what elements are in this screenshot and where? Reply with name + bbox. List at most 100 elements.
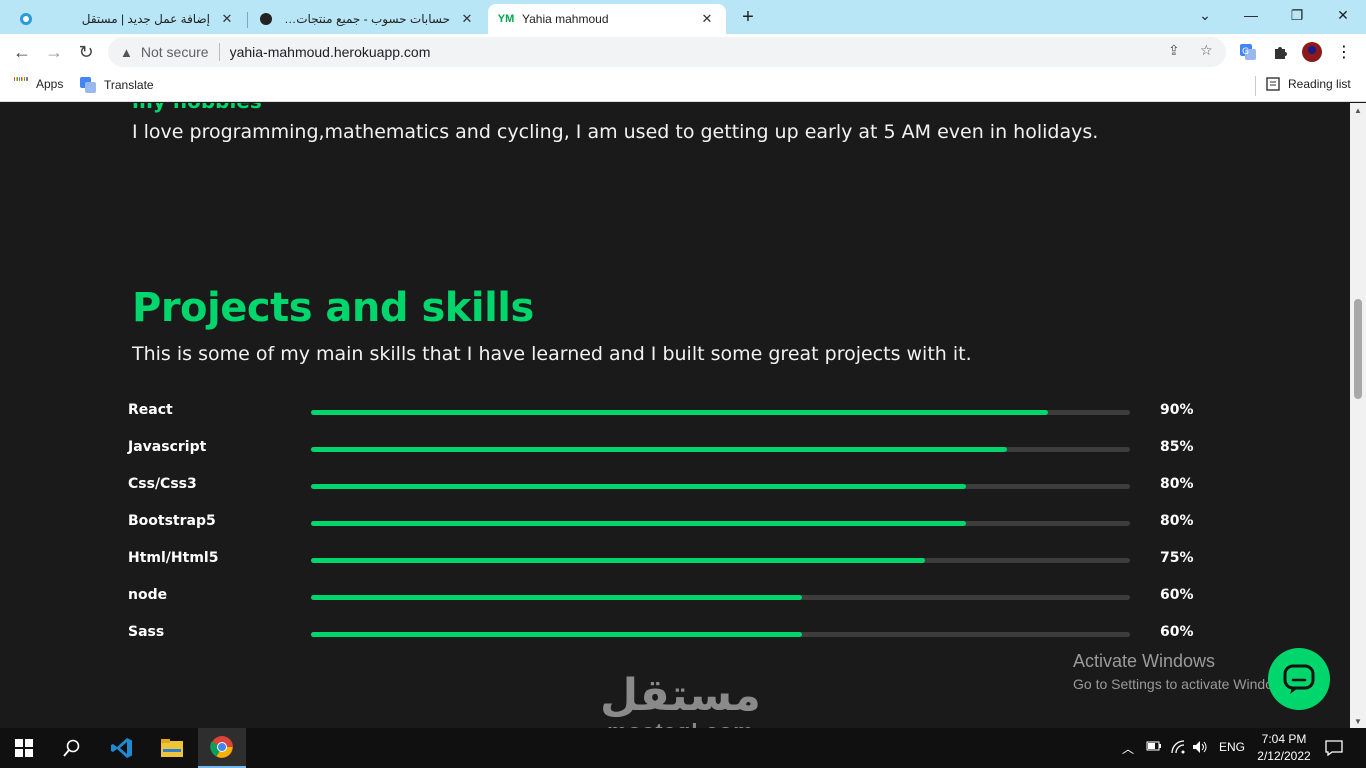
skill-name: Sass	[128, 624, 165, 640]
projects-subtitle: This is some of my main skills that I ha…	[132, 343, 972, 365]
url-text[interactable]: yahia-mahmoud.herokuapp.com	[230, 44, 431, 60]
activate-windows-notice: Activate Windows Go to Settings to activ…	[1073, 651, 1294, 692]
share-icon[interactable]: ⇪	[1168, 42, 1180, 59]
browser-toolbar: ← → ↻ ▲ Not secure yahia-mahmoud.herokua…	[0, 34, 1366, 70]
scroll-up-icon[interactable]: ▲	[1350, 103, 1366, 117]
skill-row: node 60%	[128, 587, 1208, 609]
tray-chevron-icon[interactable]: ︿	[1122, 740, 1134, 757]
chrome-icon	[210, 736, 233, 758]
watermark-arabic: مستقل	[600, 671, 761, 720]
mostaql-icon	[18, 11, 34, 27]
bookmark-apps[interactable]: Apps	[14, 77, 63, 91]
skill-percent: 90%	[1160, 402, 1194, 418]
profile-avatar[interactable]	[1300, 40, 1324, 64]
tab-search-icon[interactable]: ⌄	[1182, 0, 1228, 30]
restore-button[interactable]: ❐	[1274, 0, 1320, 30]
apps-grid-icon	[14, 77, 29, 91]
warning-icon[interactable]: ▲	[120, 45, 133, 60]
skill-progress-fill	[311, 447, 1008, 452]
file-explorer-taskbar-button[interactable]	[148, 728, 196, 768]
skill-progress-track	[311, 447, 1130, 452]
tab-yahia[interactable]: YM Yahia mahmoud ✕	[488, 4, 726, 34]
bookmark-label: Apps	[36, 77, 64, 91]
skill-progress-fill	[311, 558, 926, 563]
reload-button[interactable]: ↻	[72, 38, 100, 66]
skill-percent: 60%	[1160, 587, 1194, 603]
skill-row: Html/Html5 75%	[128, 550, 1208, 572]
skill-progress-fill	[311, 595, 803, 600]
skill-progress-fill	[311, 410, 1049, 415]
folder-icon	[161, 739, 183, 757]
scroll-thumb[interactable]	[1354, 299, 1362, 399]
close-icon[interactable]: ✕	[218, 10, 236, 28]
tab-hsoub[interactable]: حسابات حسوب - جميع منتجات حسوب ✕	[248, 4, 486, 34]
notifications-button[interactable]	[1310, 728, 1358, 768]
extensions-puzzle-icon[interactable]	[1268, 40, 1292, 64]
bookmark-star-icon[interactable]: ☆	[1200, 42, 1213, 59]
chrome-taskbar-button[interactable]	[198, 728, 246, 768]
bookmarks-divider	[1255, 76, 1256, 96]
tab-title: إضافة عمل جديد | مستقل	[81, 12, 210, 26]
close-icon[interactable]: ✕	[458, 10, 476, 28]
skill-percent: 60%	[1160, 624, 1194, 640]
close-icon[interactable]: ✕	[698, 10, 716, 28]
close-window-button[interactable]: ✕	[1320, 0, 1366, 30]
skill-progress-track	[311, 595, 1130, 600]
windows-taskbar: ︿ ENG 7:04 PM 2/12/2022	[0, 728, 1366, 768]
bookmarks-bar: Apps Translate Reading list	[0, 70, 1366, 102]
skill-name: Css/Css3	[128, 476, 197, 492]
back-button[interactable]: ←	[8, 38, 36, 66]
chat-bubble-icon	[1283, 664, 1315, 694]
hobbies-heading: my hobbies	[132, 103, 262, 113]
tab-mostaql[interactable]: إضافة عمل جديد | مستقل ✕	[8, 4, 246, 34]
menu-kebab-icon[interactable]: ⋮	[1332, 40, 1356, 64]
vscode-icon	[111, 738, 132, 758]
skill-row: Css/Css3 80%	[128, 476, 1208, 498]
skill-percent: 85%	[1160, 439, 1194, 455]
skill-row: Sass 60%	[128, 624, 1208, 646]
minimize-button[interactable]: —	[1228, 0, 1274, 30]
projects-title: Projects and skills	[132, 285, 534, 331]
hobbies-text: I love programming,mathematics and cycli…	[132, 121, 1099, 143]
tab-title: Yahia mahmoud	[522, 12, 609, 26]
vscode-taskbar-button[interactable]	[98, 728, 146, 768]
windows-logo-icon	[15, 739, 33, 757]
skill-name: Javascript	[128, 439, 207, 455]
skill-progress-track	[311, 410, 1130, 415]
language-indicator[interactable]: ENG	[1219, 740, 1245, 754]
reading-list-button[interactable]: Reading list	[1266, 77, 1351, 91]
skill-name: Html/Html5	[128, 550, 219, 566]
tab-title: حسابات حسوب - جميع منتجات حسوب	[282, 12, 450, 26]
search-icon	[63, 739, 80, 757]
battery-icon[interactable]	[1146, 740, 1162, 755]
skill-percent: 80%	[1160, 476, 1194, 492]
forward-button[interactable]: →	[40, 38, 68, 66]
skill-progress-fill	[311, 484, 967, 489]
skill-row: React 90%	[128, 402, 1208, 424]
start-button[interactable]	[0, 728, 48, 768]
translate-extension-icon[interactable]: G	[1236, 40, 1260, 64]
skill-progress-fill	[311, 632, 803, 637]
skill-row: Bootstrap5 80%	[128, 513, 1208, 535]
watermark-domain: mostaql.com	[600, 719, 761, 728]
page-viewport: my hobbies I love programming,mathematic…	[0, 103, 1350, 728]
activate-title: Activate Windows	[1073, 651, 1216, 671]
skill-progress-track	[311, 484, 1130, 489]
address-bar[interactable]: ▲ Not secure yahia-mahmoud.herokuapp.com	[108, 37, 1226, 67]
hsoub-icon	[258, 11, 274, 27]
search-button[interactable]	[48, 728, 96, 768]
reading-list-label: Reading list	[1288, 77, 1351, 91]
skill-name: Bootstrap5	[128, 513, 216, 529]
notification-icon	[1325, 740, 1343, 756]
bookmark-translate[interactable]: Translate	[80, 77, 154, 93]
skill-progress-fill	[311, 521, 967, 526]
skill-percent: 80%	[1160, 513, 1194, 529]
chat-button[interactable]	[1268, 648, 1330, 710]
page-scrollbar[interactable]: ▲ ▼	[1350, 103, 1366, 728]
volume-icon[interactable]	[1192, 740, 1208, 757]
scroll-down-icon[interactable]: ▼	[1350, 714, 1366, 728]
mostaql-watermark: مستقل mostaql.com	[600, 671, 761, 729]
new-tab-button[interactable]: +	[736, 5, 760, 29]
wifi-icon[interactable]	[1170, 740, 1186, 757]
security-label[interactable]: Not secure	[141, 44, 209, 60]
